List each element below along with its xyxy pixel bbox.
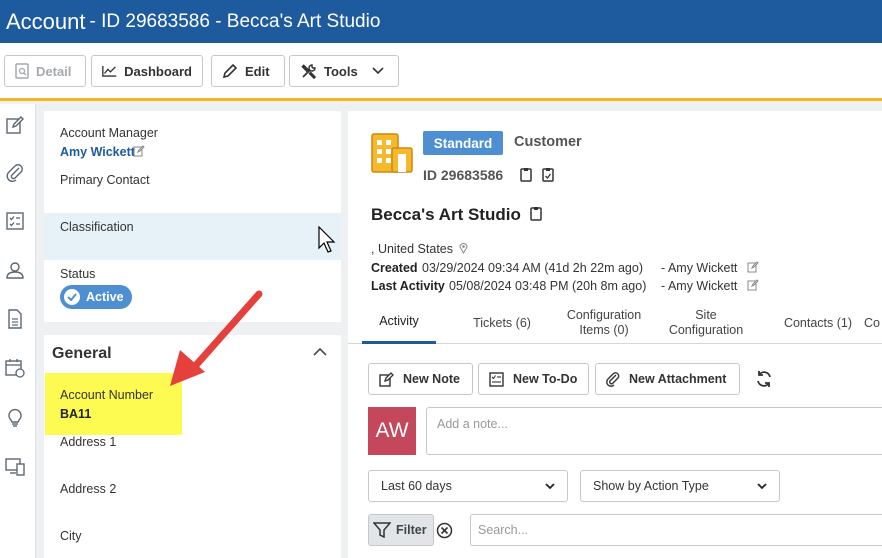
edit-small-icon[interactable] (747, 279, 759, 291)
account-manager-label: Account Manager (60, 126, 158, 140)
document-icon[interactable] (5, 309, 25, 329)
map-pin-icon[interactable] (459, 242, 468, 254)
lightbulb-icon[interactable] (5, 407, 25, 427)
classification-label: Classification (60, 220, 134, 234)
chart-line-icon (102, 65, 117, 77)
paperclip-icon[interactable] (5, 163, 25, 183)
tab-site-configuration[interactable]: Site Configuration (660, 302, 752, 344)
chevron-down-icon (545, 482, 555, 489)
avatar: AW (368, 407, 416, 455)
group-by-select[interactable]: Show by Action Type (580, 470, 780, 502)
dashboard-label: Dashboard (124, 63, 192, 79)
todo-icon (489, 371, 504, 387)
account-id: ID 29683586 (423, 167, 504, 183)
checklist-icon[interactable] (5, 211, 25, 231)
city-label: City (60, 529, 82, 543)
check-circle-icon (64, 289, 80, 305)
filter-label: Filter (396, 523, 427, 537)
status-label: Status (60, 267, 96, 281)
contact-icon[interactable] (5, 260, 25, 280)
account-number-value: BA11 (60, 407, 92, 421)
mouse-cursor-icon (318, 226, 336, 253)
edit-note-icon[interactable] (5, 115, 25, 135)
new-attachment-button[interactable]: New Attachment (595, 363, 740, 395)
pencil-icon (222, 63, 238, 79)
tab-bar: Activity Tickets (6) Configuration Items … (348, 302, 882, 344)
detail-icon (15, 63, 29, 79)
last-activity-value: 05/08/2024 03:48 PM (20h 8m ago) (449, 279, 647, 293)
devices-icon[interactable] (5, 456, 25, 476)
tab-activity[interactable]: Activity (362, 302, 436, 344)
status-badge: Active (60, 285, 132, 309)
account-summary-panel: Account Manager Amy Wickett Primary Cont… (44, 111, 341, 322)
clear-filter-icon[interactable] (436, 522, 453, 539)
main-panel: Standard Customer ID 29683586 Becca's Ar… (348, 111, 882, 558)
created-label: Created (371, 261, 418, 275)
new-attachment-label: New Attachment (629, 372, 727, 386)
general-panel: General Account Number BA11 Address 1 Ad… (44, 335, 341, 558)
tools-button[interactable]: Tools (289, 55, 399, 87)
general-title: General (52, 345, 112, 362)
chevron-up-icon[interactable] (313, 347, 327, 356)
tab-configuration-items[interactable]: Configuration Items (0) (556, 302, 652, 344)
building-icon (371, 133, 413, 173)
account-number-highlight (45, 373, 182, 435)
customer-label: Customer (514, 134, 582, 150)
address2-label: Address 2 (60, 482, 117, 496)
chevron-down-icon (372, 67, 384, 75)
funnel-icon (373, 522, 391, 538)
new-todo-label: New To-Do (513, 372, 578, 386)
edit-button[interactable]: Edit (211, 55, 285, 87)
new-note-label: New Note (403, 372, 460, 386)
note-input[interactable]: Add a note... (426, 407, 882, 455)
edit-small-icon[interactable] (747, 261, 759, 273)
created-by: - Amy Wickett (661, 261, 738, 275)
paperclip-icon (606, 371, 620, 387)
primary-contact-label: Primary Contact (60, 173, 150, 187)
dashboard-button[interactable]: Dashboard (91, 55, 203, 87)
calendar-icon[interactable] (5, 358, 25, 378)
tab-more[interactable]: Co (864, 302, 882, 344)
created-value: 03/29/2024 09:34 AM (41d 2h 22m ago) (422, 261, 643, 275)
tab-tickets[interactable]: Tickets (6) (460, 302, 544, 344)
tools-label: Tools (324, 63, 358, 79)
refresh-icon[interactable] (755, 370, 773, 388)
side-icon-rail (0, 104, 36, 558)
edit-small-icon[interactable] (133, 145, 145, 157)
page-subtitle: - ID 29683586 - Becca's Art Studio (89, 10, 381, 32)
account-type-badge: Standard (423, 131, 503, 155)
detail-button[interactable]: Detail (4, 55, 86, 87)
account-name: Becca's Art Studio (371, 205, 521, 224)
account-number-label: Account Number (60, 388, 154, 402)
search-input[interactable]: Search... (470, 514, 882, 546)
tab-contacts[interactable]: Contacts (1) (768, 302, 868, 344)
clipboard-copy-icon[interactable] (530, 206, 542, 221)
edit-label: Edit (245, 63, 270, 79)
clipboard-check-icon[interactable] (542, 167, 554, 182)
date-range-value: Last 60 days (381, 479, 452, 493)
account-manager-link[interactable]: Amy Wickett (60, 145, 135, 159)
address1-label: Address 1 (60, 435, 117, 449)
new-todo-button[interactable]: New To-Do (478, 363, 589, 395)
filter-button[interactable]: Filter (368, 514, 434, 546)
chevron-down-icon (757, 482, 767, 489)
group-by-value: Show by Action Type (593, 479, 709, 493)
location-text: , United States (371, 242, 453, 256)
note-icon (379, 371, 394, 387)
toolbar: Detail Dashboard Edit Tools (0, 43, 882, 101)
status-value: Active (86, 290, 124, 304)
last-activity-label: Last Activity (371, 279, 445, 293)
page-title: Account (6, 8, 86, 34)
detail-label: Detail (36, 63, 72, 79)
tools-icon (301, 63, 317, 79)
clipboard-icon[interactable] (520, 167, 532, 182)
title-bar: Account - ID 29683586 - Becca's Art Stud… (0, 0, 882, 43)
date-range-select[interactable]: Last 60 days (368, 470, 568, 502)
last-activity-by: - Amy Wickett (661, 279, 738, 293)
new-note-button[interactable]: New Note (368, 363, 473, 395)
